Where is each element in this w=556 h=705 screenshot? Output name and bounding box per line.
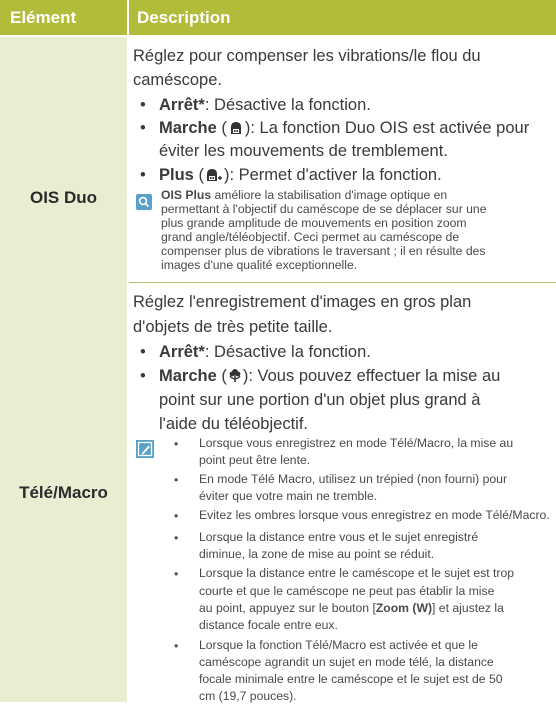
ois-note-line6: images d'une qualité exceptionnelle. (161, 258, 358, 272)
note-text: améliore la stabilisation d'image optiqu… (211, 188, 448, 202)
macro-note5-line2: courte et que le caméscope ne peut pas é… (199, 584, 495, 598)
ois-note-line1: OIS Plus améliore la stabilisation d'ima… (161, 188, 447, 202)
macro-note6-line3: focale minimale entre le caméscope et le… (199, 672, 503, 686)
bullet-text: ): Vous pouvez effectuer la mise au (242, 367, 501, 385)
ois-intro-line1: Réglez pour compenser les vibrations/le … (133, 47, 481, 65)
bullet-text: ): Permet d'activer la fonction. (223, 166, 442, 184)
bullet-pre: ( (216, 367, 227, 385)
bullet-bold: Marche (159, 367, 217, 385)
hand-stabilizer-icon (227, 119, 245, 141)
row-label-tele-macro: Télé/Macro (0, 284, 127, 702)
macro-bullet-off: • Arrêt*: Désactive la fonction. (140, 341, 371, 363)
settings-table: Elément Description OIS Duo Réglez pour … (0, 0, 556, 703)
macro-note5-line4: distance focale entre eux. (199, 618, 338, 632)
note-bullet: • (174, 509, 179, 523)
row-divider (129, 282, 556, 283)
note-text: au point, appuyez sur le bouton [ (199, 601, 376, 615)
note-bullet: • (174, 473, 179, 487)
bullet-pre: ( (216, 119, 227, 137)
macro-bullet-on-cont1: point sur une portion d'un objet plus gr… (159, 391, 481, 409)
bullet-dot: • (140, 367, 146, 385)
bullet-bold: Arrêt* (159, 343, 205, 361)
zoom-w-button-label: Zoom (W) (375, 601, 433, 615)
macro-note3-line1: Evitez les ombres lorsque vous enregistr… (199, 508, 550, 522)
note-text: ] et ajustez la (432, 601, 504, 615)
note-bullet: • (174, 567, 179, 581)
macro-note1-line1: Lorsque vous enregistrez en mode Télé/Ma… (199, 436, 514, 450)
bullet-bold: Arrêt* (159, 96, 205, 114)
ois-note-line4: grand angle/téléobjectif. Ceci permet au… (161, 230, 460, 244)
bullet-bold: Plus (159, 166, 194, 184)
header-element: Elément (0, 0, 127, 35)
bullet-dot: • (140, 119, 146, 137)
ois-note-line5: compenser plus de vibrations le traversa… (161, 244, 486, 258)
ois-bullet-on: • Marche ( ): La fonction Duo OIS est acti… (140, 117, 529, 141)
bullet-text: ): La fonction Duo OIS est activée pour (244, 119, 530, 137)
macro-intro-line1: Réglez l'enregistrement d'images en gros… (133, 293, 472, 311)
note-bold: OIS Plus (161, 188, 212, 202)
bullet-text: : Désactive la fonction. (204, 96, 371, 114)
row-label-text: Télé/Macro (19, 483, 108, 502)
bullet-dot: • (140, 343, 146, 361)
bullet-pre: ( (193, 166, 204, 184)
ois-bullet-plus: • Plus ( ): Permet d'activer la fonction. (140, 164, 442, 188)
note-bullet: • (174, 437, 179, 451)
macro-note6-line2: caméscope agrandit un sujet en mode télé… (199, 655, 494, 669)
ois-bullet-on-cont: éviter les mouvements de tremblement. (159, 142, 448, 160)
note-bullet: • (174, 531, 179, 545)
ois-note-line2: permettant à l'objectif du caméscope de … (161, 202, 487, 216)
bullet-text: : Désactive la fonction. (204, 343, 371, 361)
bullet-dot: • (140, 96, 146, 114)
bullet-bold: Marche (159, 119, 217, 137)
macro-bullet-on-cont2: l'aide du téléobjectif. (159, 415, 308, 433)
ois-intro-line2: caméscope. (133, 71, 222, 89)
row-label-text: OIS Duo (29, 187, 98, 207)
macro-bullet-on: • Marche ( ): Vous pouvez effectuer la mis… (140, 365, 500, 389)
pencil-note-icon (136, 440, 154, 458)
macro-note6-line4: cm (19,7 pouces). (199, 689, 297, 703)
macro-note2-line1: En mode Télé Macro, utilisez un trépied … (199, 472, 508, 486)
ois-note-line3: plus grande amplitude de mouvements en p… (161, 216, 467, 230)
macro-note5-line3: au point, appuyez sur le bouton [Zoom (W… (199, 600, 504, 617)
hand-stabilizer-plus-icon (204, 166, 224, 188)
header-description: Description (129, 0, 556, 35)
macro-note4-line2: diminue, la zone de mise au point se réd… (199, 547, 435, 561)
macro-note5-line1: Lorsque la distance entre le caméscope e… (199, 566, 515, 580)
macro-note6-line1: Lorsque la fonction Télé/Macro est activ… (199, 638, 478, 652)
note-bullet: • (174, 639, 179, 653)
bullet-dot: • (140, 166, 146, 184)
macro-note4-line1: Lorsque la distance entre vous et le suj… (199, 530, 479, 544)
flower-macro-icon (227, 367, 243, 389)
table-header: Elément Description (0, 0, 556, 35)
ois-bullet-off: • Arrêt*: Désactive la fonction. (140, 94, 371, 116)
macro-note1-line2: point peut être lente. (199, 453, 311, 467)
macro-intro-line2: d'objets de très petite taille. (133, 318, 333, 336)
magnifier-note-icon (136, 194, 152, 210)
macro-note2-line2: éviter que votre main ne tremble. (199, 489, 378, 503)
